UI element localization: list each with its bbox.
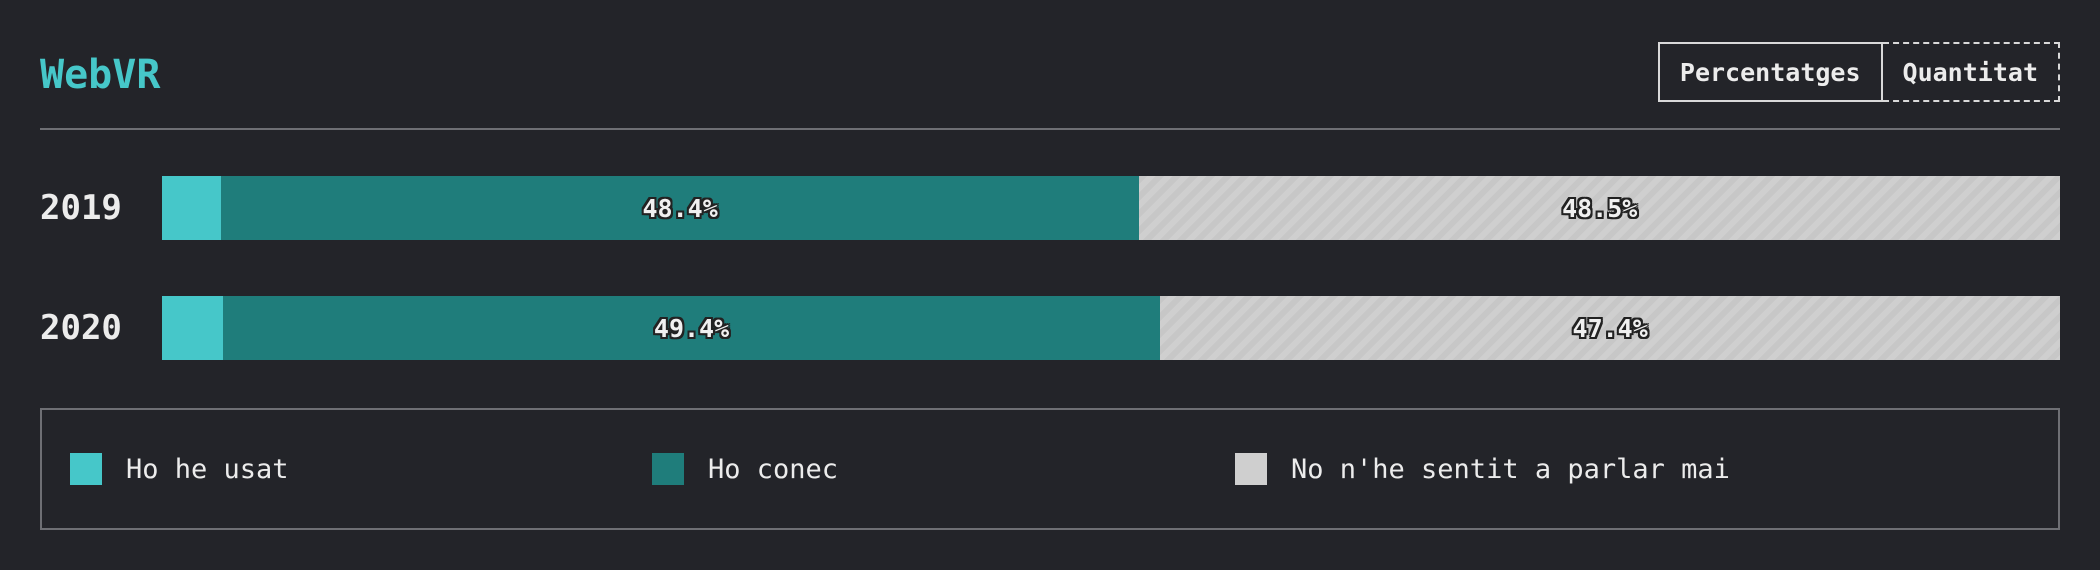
legend-item-never[interactable]: No n'he sentit a parlar mai xyxy=(1235,410,1730,528)
bar-value-label: 48.4% xyxy=(642,193,718,223)
legend: Ho he usat Ho conec No n'he sentit a par… xyxy=(40,408,2060,530)
bar-segment-known[interactable]: 48.4% xyxy=(220,176,1140,240)
bar-row-2019: 2019 48.4% 48.5% xyxy=(40,176,2060,240)
bar-segment-used[interactable] xyxy=(162,296,223,360)
legend-swatch xyxy=(652,453,684,485)
percentages-toggle-button[interactable]: Percentatges xyxy=(1657,42,1883,102)
legend-label: Ho he usat xyxy=(126,453,289,485)
legend-label: No n'he sentit a parlar mai xyxy=(1291,453,1730,485)
view-toggle: Percentatges Quantitat xyxy=(1657,42,2060,102)
legend-swatch xyxy=(70,453,102,485)
bar-segment-never[interactable]: 47.4% xyxy=(1160,296,2060,360)
bar-segment-known[interactable]: 49.4% xyxy=(222,296,1161,360)
chart-header: WebVR Percentatges Quantitat xyxy=(40,40,2060,130)
bar-segment-never[interactable]: 48.5% xyxy=(1139,176,2060,240)
bar-value-label: 47.4% xyxy=(1572,313,1648,343)
bar-value-label: 48.5% xyxy=(1562,193,1638,223)
row-label: 2019 xyxy=(40,188,122,228)
row-label: 2020 xyxy=(40,308,122,348)
bar-row-2020: 2020 49.4% 47.4% xyxy=(40,296,2060,360)
legend-swatch xyxy=(1235,453,1267,485)
legend-item-used[interactable]: Ho he usat xyxy=(70,410,289,528)
chart-title: WebVR xyxy=(40,52,161,98)
stacked-bar: 48.4% 48.5% xyxy=(162,176,2060,240)
legend-item-known[interactable]: Ho conec xyxy=(652,410,838,528)
stacked-bar: 49.4% 47.4% xyxy=(162,296,2060,360)
bar-value-label: 49.4% xyxy=(653,313,730,343)
bar-segment-used[interactable] xyxy=(162,176,221,240)
quantity-toggle-button[interactable]: Quantitat xyxy=(1882,42,2060,102)
legend-label: Ho conec xyxy=(708,453,839,485)
